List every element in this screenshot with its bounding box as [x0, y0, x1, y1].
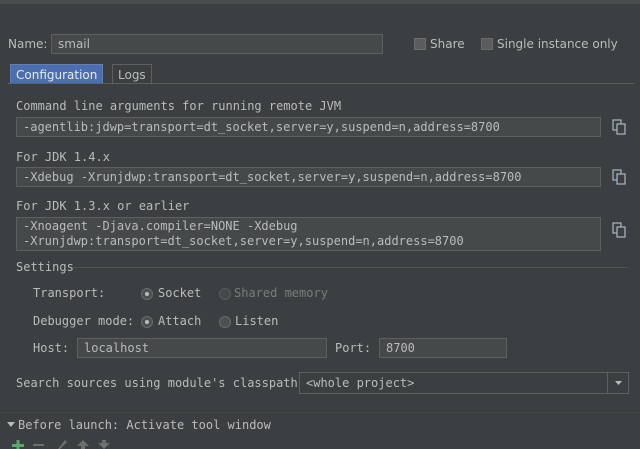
- tab-configuration[interactable]: Configuration: [10, 64, 104, 84]
- search-sources-select[interactable]: <whole project>: [299, 372, 629, 394]
- search-sources-value: <whole project>: [306, 376, 415, 390]
- jdk13-label: For JDK 1.3.x or earlier: [16, 199, 190, 213]
- search-sources-label: Search sources using module's classpath:: [16, 376, 305, 390]
- transport-shared-memory-radio[interactable]: [219, 288, 231, 300]
- debugger-listen-radio[interactable]: [219, 316, 231, 328]
- debugger-attach-radio[interactable]: [141, 316, 153, 328]
- jdk13-line-1: -Xnoagent -Djava.compiler=NONE -Xdebug: [23, 219, 298, 233]
- transport-socket-label[interactable]: Socket: [158, 286, 201, 300]
- share-checkbox[interactable]: [414, 38, 426, 50]
- remove-icon[interactable]: [33, 443, 45, 449]
- collapse-triangle-icon[interactable]: [7, 420, 15, 428]
- transport-socket-radio[interactable]: [141, 288, 153, 300]
- chevron-down-icon: [615, 381, 622, 385]
- before-launch-separator: [0, 412, 640, 413]
- share-label[interactable]: Share: [430, 37, 465, 51]
- copy-jdk13-icon[interactable]: [612, 222, 626, 238]
- host-label: Host:: [33, 341, 70, 355]
- add-icon[interactable]: [12, 440, 24, 449]
- move-down-icon[interactable]: [98, 440, 110, 449]
- transport-shared-memory-label[interactable]: Shared memory: [234, 286, 328, 300]
- search-sources-dropdown-button[interactable]: [607, 373, 629, 393]
- jdk14-label: For JDK 1.4.x: [16, 150, 110, 164]
- move-up-icon[interactable]: [77, 440, 89, 449]
- debugger-mode-label: Debugger mode:: [33, 314, 135, 328]
- settings-separator: [72, 267, 628, 268]
- window-top-edge: [0, 0, 640, 4]
- name-field[interactable]: smail: [51, 34, 383, 54]
- edit-icon[interactable]: [56, 440, 68, 449]
- copy-jvm-args-icon[interactable]: [612, 119, 626, 135]
- host-field[interactable]: localhost: [77, 338, 327, 358]
- jdk14-field[interactable]: -Xdebug -Xrunjdwp:transport=dt_socket,se…: [16, 167, 601, 187]
- debugger-listen-label[interactable]: Listen: [235, 314, 278, 328]
- tab-logs[interactable]: Logs: [112, 64, 152, 84]
- settings-title: Settings: [16, 260, 74, 274]
- single-instance-label[interactable]: Single instance only: [497, 37, 618, 51]
- copy-jdk14-icon[interactable]: [612, 169, 626, 185]
- name-label: Name:: [8, 37, 48, 51]
- jvm-args-label: Command line arguments for running remot…: [16, 99, 342, 113]
- port-label: Port:: [335, 341, 372, 355]
- before-launch-label[interactable]: Before launch: Activate tool window: [18, 418, 271, 432]
- jdk13-line-2: -Xrunjdwp:transport=dt_socket,server=y,s…: [23, 234, 464, 248]
- jvm-args-field[interactable]: -agentlib:jdwp=transport=dt_socket,serve…: [16, 117, 601, 137]
- jdk13-field[interactable]: -Xnoagent -Djava.compiler=NONE -Xdebug -…: [16, 217, 601, 251]
- transport-label: Transport:: [33, 286, 106, 300]
- port-field[interactable]: 8700: [379, 338, 507, 358]
- single-instance-checkbox[interactable]: [481, 38, 493, 50]
- debugger-attach-label[interactable]: Attach: [158, 314, 201, 328]
